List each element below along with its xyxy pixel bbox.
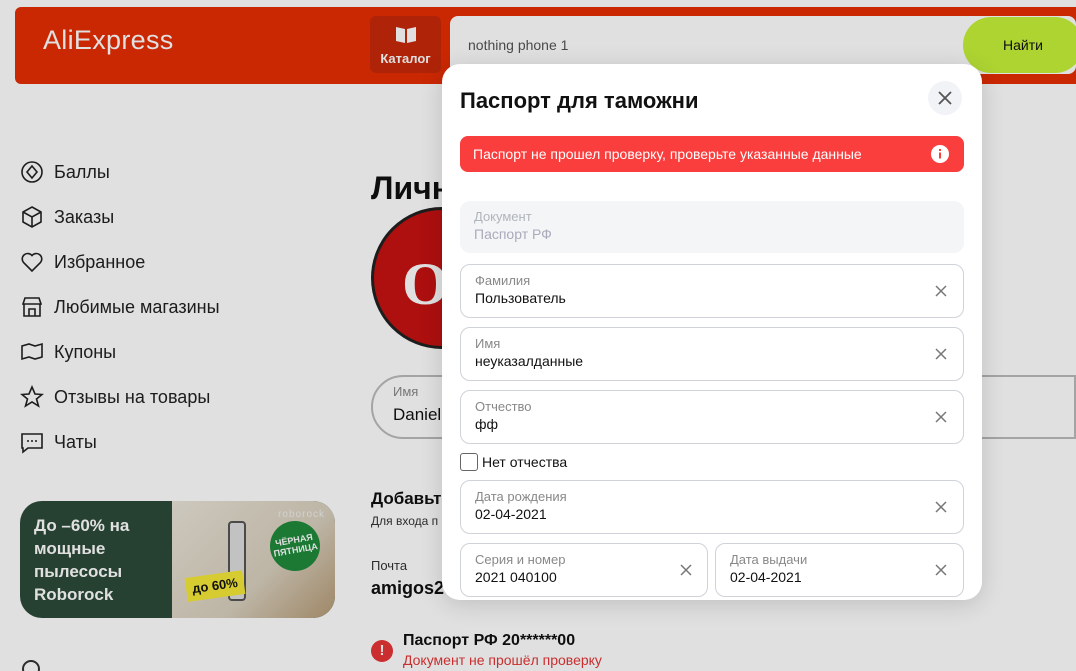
birth-date-value: 02-04-2021 [475, 506, 547, 522]
birth-date-label: Дата рождения [475, 489, 567, 504]
no-patronymic-checkbox[interactable] [460, 453, 478, 471]
no-patronymic-label[interactable]: Нет отчества [482, 454, 567, 470]
surname-label: Фамилия [475, 273, 531, 288]
document-label: Документ [474, 209, 532, 224]
issue-date-value: 02-04-2021 [730, 569, 802, 585]
series-number-field[interactable]: Серия и номер 2021 040100 [460, 543, 708, 597]
clear-icon[interactable] [935, 564, 947, 576]
name-field-modal[interactable]: Имя неуказалданные [460, 327, 964, 381]
birth-date-field[interactable]: Дата рождения 02-04-2021 [460, 480, 964, 534]
modal-title: Паспорт для таможни [460, 88, 699, 113]
series-number-value: 2021 040100 [475, 569, 557, 585]
error-text: Паспорт не прошел проверку, проверьте ук… [473, 146, 862, 162]
surname-value: Пользователь [475, 290, 566, 306]
passport-modal: Паспорт для таможни Паспорт не прошел пр… [442, 64, 982, 600]
info-icon [931, 145, 949, 163]
surname-field[interactable]: Фамилия Пользователь [460, 264, 964, 318]
error-banner: Паспорт не прошел проверку, проверьте ук… [460, 136, 964, 172]
clear-icon[interactable] [935, 411, 947, 423]
clear-icon[interactable] [935, 348, 947, 360]
patronymic-label: Отчество [475, 399, 532, 414]
patronymic-field[interactable]: Отчество фф [460, 390, 964, 444]
issue-date-field[interactable]: Дата выдачи 02-04-2021 [715, 543, 964, 597]
document-field: Документ Паспорт РФ [460, 201, 964, 253]
close-icon [938, 91, 952, 105]
name-value: неуказалданные [475, 353, 584, 369]
name-label: Имя [475, 336, 501, 351]
close-button[interactable] [928, 81, 962, 115]
document-value: Паспорт РФ [474, 226, 552, 242]
series-number-label: Серия и номер [475, 552, 566, 567]
clear-icon[interactable] [935, 501, 947, 513]
issue-date-label: Дата выдачи [730, 552, 808, 567]
patronymic-value: фф [475, 416, 499, 432]
clear-icon[interactable] [935, 285, 947, 297]
clear-icon[interactable] [680, 564, 692, 576]
